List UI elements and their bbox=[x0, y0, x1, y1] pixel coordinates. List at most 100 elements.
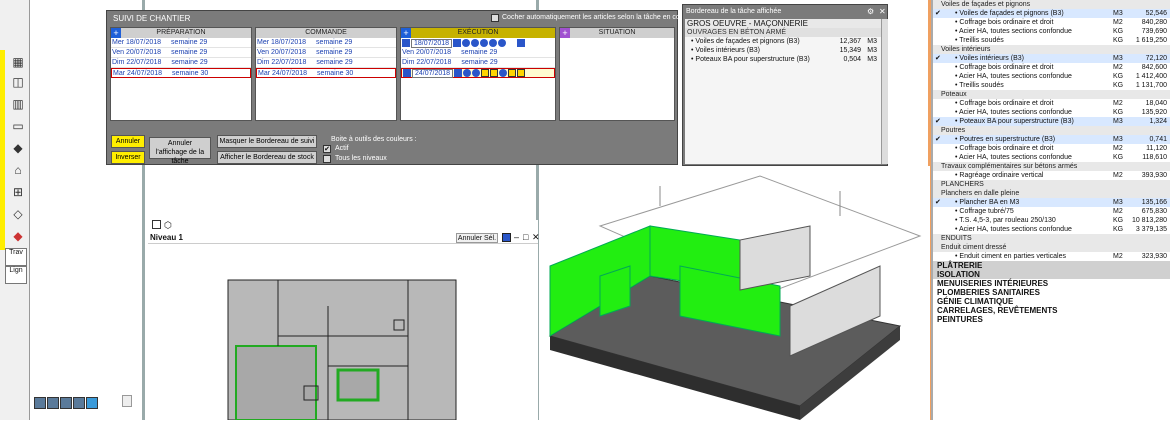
bordereau-item[interactable]: • Poteaux BA pour superstructure (B3) 0,5… bbox=[685, 55, 881, 64]
boq-section[interactable]: Travaux complémentaires sur bétons armés bbox=[933, 162, 1170, 171]
boq-item[interactable]: • Acier HA, toutes sections confondue KG 1… bbox=[933, 108, 1170, 117]
boq-item[interactable]: ✔ • Poutres en superstructure (B3) M3 0,741 bbox=[933, 135, 1170, 144]
add-situation-icon[interactable]: + bbox=[560, 28, 570, 38]
plan-3d-icon[interactable]: ⬡ bbox=[164, 220, 172, 231]
boq-checkbox[interactable]: ✔ bbox=[935, 10, 941, 17]
boq-section[interactable]: Voiles de façades et pignons bbox=[933, 0, 1170, 9]
boq-checkbox[interactable] bbox=[935, 217, 941, 224]
boq-item[interactable]: • T.S. 4,5-3, par rouleau 250/130 KG 10 81… bbox=[933, 216, 1170, 225]
minus-icon[interactable] bbox=[472, 69, 481, 77]
lign-label[interactable]: Lign bbox=[5, 266, 27, 284]
boq-checkbox[interactable]: ✔ bbox=[935, 55, 941, 62]
print-icon[interactable] bbox=[498, 39, 507, 47]
boq-section[interactable]: Planchers en dalle pleine bbox=[933, 189, 1170, 198]
cmd-row[interactable]: Mer 18/07/2018 semaine 29 bbox=[256, 38, 396, 48]
boq-section[interactable]: ENDUITS bbox=[933, 234, 1170, 243]
boq-section[interactable]: Poutres bbox=[933, 126, 1170, 135]
exe-row[interactable]: Dim 22/07/2018 semaine 29 bbox=[401, 58, 555, 68]
annuler-button[interactable]: Annuler bbox=[111, 135, 145, 148]
annuler-sel-button[interactable]: Annuler Sél. bbox=[456, 233, 498, 243]
boq-item[interactable]: • Acier HA, toutes sections confondue KG 7… bbox=[933, 27, 1170, 36]
annuler-affichage-button[interactable]: Annuler l'affichage de la tâche bbox=[149, 137, 211, 165]
print-icon[interactable] bbox=[499, 69, 508, 77]
wall-tool-icon[interactable]: ▦ bbox=[8, 52, 28, 72]
boq-section[interactable]: Enduit ciment dressé bbox=[933, 243, 1170, 252]
boq-item[interactable]: ✔ • Voiles de façades et pignons (B3) M3 52… bbox=[933, 9, 1170, 18]
prep-row[interactable]: Ven 20/07/2018 semaine 29 bbox=[111, 48, 251, 58]
house-tool-icon[interactable]: ⌂ bbox=[8, 160, 28, 180]
boq-checkbox[interactable]: ✔ bbox=[935, 118, 941, 125]
bordereau-item[interactable]: • Voiles intérieurs (B3) 15,349 M3 bbox=[685, 46, 881, 55]
boq-checkbox[interactable] bbox=[935, 19, 941, 26]
boq-section[interactable]: Voiles intérieurs bbox=[933, 45, 1170, 54]
boq-item[interactable]: • Coffrage bois ordinaire et droit M2 842,… bbox=[933, 63, 1170, 72]
maximize-icon[interactable]: □ bbox=[523, 232, 528, 242]
prep-row-selected[interactable]: Mar 24/07/2018 semaine 30 bbox=[111, 68, 251, 78]
boq-item[interactable]: • Coffrage bois ordinaire et droit M2 840,… bbox=[933, 18, 1170, 27]
boq-checkbox[interactable]: ✔ bbox=[935, 199, 941, 206]
prep-row[interactable]: Dim 22/07/2018 semaine 29 bbox=[111, 58, 251, 68]
boq-checkbox[interactable] bbox=[935, 100, 941, 107]
tool-d-icon[interactable] bbox=[73, 397, 85, 409]
pen-tool-icon[interactable] bbox=[122, 395, 132, 407]
boq-item[interactable]: • Ragréage ordinaire vertical M2 393,930 bbox=[933, 171, 1170, 180]
check-icon[interactable] bbox=[489, 39, 498, 47]
calendar-icon[interactable] bbox=[402, 39, 410, 47]
masquer-bordereau-button[interactable]: Masquer le Bordereau de suivi bbox=[217, 135, 317, 148]
arrow-left-icon[interactable] bbox=[462, 39, 471, 47]
lock-icon[interactable] bbox=[508, 69, 517, 77]
arrow-left-icon[interactable] bbox=[463, 69, 472, 77]
boq-item[interactable]: • Coffrage tubré/75 M2 675,830 bbox=[933, 207, 1170, 216]
boq-item[interactable]: • Coffrage bois ordinaire et droit M2 11,1… bbox=[933, 144, 1170, 153]
roof-tool-icon[interactable]: ◆ bbox=[8, 138, 28, 158]
slab-tool-icon[interactable]: ◫ bbox=[8, 72, 28, 92]
boq-checkbox[interactable] bbox=[935, 154, 941, 161]
opening-tool-icon[interactable]: ◇ bbox=[8, 204, 28, 224]
boq-item[interactable]: ✔ • Voiles intérieurs (B3) M3 72,120 bbox=[933, 54, 1170, 63]
boq-item[interactable]: • Treillis soudés KG 1 619,250 bbox=[933, 36, 1170, 45]
boq-item[interactable]: • Acier HA, toutes sections confondue KG 3… bbox=[933, 225, 1170, 234]
boq-category[interactable]: PEINTURES bbox=[933, 315, 1170, 324]
exe-row[interactable]: 18/07/2018 bbox=[401, 38, 555, 48]
stairs-tool-icon[interactable]: ⊞ bbox=[8, 182, 28, 202]
boq-checkbox[interactable] bbox=[935, 28, 941, 35]
plan-color-icon[interactable] bbox=[502, 233, 511, 242]
prep-row[interactable]: Mer 18/07/2018 semaine 29 bbox=[111, 38, 251, 48]
exe-row-selected[interactable]: 24/07/2018 bbox=[401, 68, 555, 78]
plan-2d-icon[interactable] bbox=[152, 220, 161, 229]
cmd-row[interactable]: Ven 20/07/2018 semaine 29 bbox=[256, 48, 396, 58]
floor-plan-drawing[interactable] bbox=[148, 246, 538, 420]
tool-e-icon[interactable] bbox=[86, 397, 98, 409]
boq-checkbox[interactable] bbox=[935, 109, 941, 116]
date-field[interactable]: 18/07/2018 bbox=[411, 38, 453, 48]
boq-checkbox[interactable]: ✔ bbox=[935, 136, 941, 143]
boq-item[interactable]: • Coffrage bois ordinaire et droit M2 18,0… bbox=[933, 99, 1170, 108]
boq-category[interactable]: GÉNIE CLIMATIQUE bbox=[933, 297, 1170, 306]
check-icon[interactable] bbox=[490, 69, 499, 77]
beam-tool-icon[interactable]: ▭ bbox=[8, 116, 28, 136]
boq-checkbox[interactable] bbox=[935, 73, 941, 80]
boq-item[interactable]: ✔ • Plancher BA en M3 M3 135,166 bbox=[933, 198, 1170, 207]
calendar-icon[interactable] bbox=[454, 69, 463, 77]
clock-icon[interactable] bbox=[481, 69, 490, 77]
inverser-button[interactable]: Inverser bbox=[111, 151, 145, 164]
boq-category[interactable]: PLÂTRERIE bbox=[933, 261, 1170, 270]
afficher-stock-button[interactable]: Afficher le Bordereau de stock bbox=[217, 151, 317, 164]
actif-checkbox[interactable]: ✔ bbox=[323, 145, 331, 153]
3d-view[interactable] bbox=[540, 166, 930, 420]
boq-item[interactable]: • Acier HA, toutes sections confondue KG 1… bbox=[933, 153, 1170, 162]
column-tool-icon[interactable]: ▥ bbox=[8, 94, 28, 114]
bordereau-item[interactable]: • Voiles de façades et pignons (B3) 12,36… bbox=[685, 37, 881, 46]
boq-category[interactable]: CARRELAGES, REVÊTEMENTS bbox=[933, 306, 1170, 315]
trav-label[interactable]: Trav bbox=[5, 248, 27, 266]
boq-category[interactable]: PLOMBERIES SANITAIRES bbox=[933, 288, 1170, 297]
cmd-row-selected[interactable]: Mar 24/07/2018 semaine 30 bbox=[256, 68, 396, 78]
boq-item[interactable]: ✔ • Poteaux BA pour superstructure (B3) M3… bbox=[933, 117, 1170, 126]
3d-model-drawing[interactable] bbox=[540, 166, 930, 420]
boq-item[interactable]: • Enduit ciment en parties verticales M2 3… bbox=[933, 252, 1170, 261]
close-icon[interactable]: ✕ bbox=[532, 232, 540, 243]
tool-a-icon[interactable] bbox=[34, 397, 46, 409]
exe-row[interactable]: Ven 20/07/2018 semaine 29 bbox=[401, 48, 555, 58]
close-icon[interactable]: ✕ bbox=[879, 7, 886, 16]
boq-category[interactable]: MENUISERIES INTÉRIEURES bbox=[933, 279, 1170, 288]
